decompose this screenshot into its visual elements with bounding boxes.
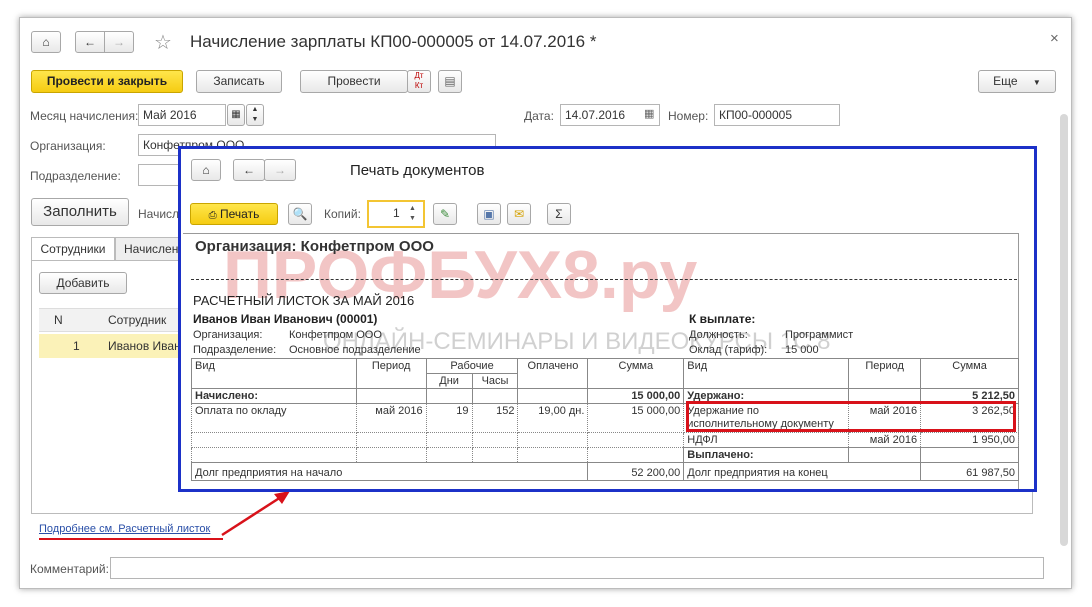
accrued-label: Начислено: bbox=[191, 388, 357, 404]
row1-kind: Оплата по окладу bbox=[191, 403, 357, 433]
row1-sum: 15 000,00 bbox=[587, 403, 685, 433]
payslip-org-value: Конфетпром ООО bbox=[289, 329, 382, 341]
row1-days: 19 bbox=[425, 403, 473, 433]
sum-button[interactable]: Σ bbox=[547, 203, 571, 225]
deduction2-kind: НДФЛ bbox=[683, 432, 850, 448]
accrued-total: 15 000,00 bbox=[587, 388, 685, 404]
payslip-employee: Иванов Иван Иванович (00001) bbox=[193, 312, 378, 326]
debt-end-label: Долг предприятия на конец bbox=[683, 462, 922, 481]
row1-hours: 152 bbox=[471, 403, 519, 433]
copies-field[interactable]: 1 ▲ ▼ bbox=[367, 200, 425, 228]
to-pay-label: К выплате: bbox=[689, 312, 756, 326]
header-period: Период bbox=[355, 358, 427, 389]
magnifier-icon: 🔍 bbox=[292, 207, 308, 221]
print-forward-button[interactable]: → bbox=[264, 159, 296, 181]
payslip-title: РАСЧЕТНЫЙ ЛИСТОК ЗА МАЙ 2016 bbox=[193, 293, 415, 308]
copies-stepper-icon: ▲ ▼ bbox=[409, 205, 416, 222]
arrow-left-icon: ← bbox=[243, 163, 255, 177]
header-paid: Оплачено bbox=[517, 358, 589, 389]
dashed-separator bbox=[191, 279, 1017, 280]
print-window-title: Печать документов bbox=[350, 162, 485, 179]
print-back-button[interactable]: ← bbox=[233, 159, 265, 181]
copies-label: Копий: bbox=[324, 207, 361, 221]
position-label: Должность: bbox=[689, 329, 748, 341]
header-hours: Часы bbox=[471, 373, 519, 389]
header-kind-2: Вид bbox=[683, 358, 850, 389]
header-sum: Сумма bbox=[587, 358, 685, 389]
edit-button[interactable]: ✎ bbox=[433, 203, 457, 225]
print-documents-window: ⌂ ← → Печать документов ⎙ Печать 🔍 Копий… bbox=[178, 146, 1037, 492]
header-period-2: Период bbox=[848, 358, 922, 389]
debt-end-value: 61 987,50 bbox=[920, 462, 1019, 481]
header-days: Дни bbox=[425, 373, 473, 389]
sigma-icon: Σ bbox=[555, 207, 563, 221]
print-home-button[interactable]: ⌂ bbox=[191, 159, 221, 181]
deduction2-sum: 1 950,00 bbox=[920, 432, 1019, 448]
header-kind: Вид bbox=[191, 358, 357, 389]
payslip-org-header: Организация: Конфетпром ООО bbox=[195, 238, 434, 255]
home-icon: ⌂ bbox=[202, 163, 210, 177]
edit-icon: ✎ bbox=[439, 207, 451, 221]
save-file-button[interactable]: ▣ bbox=[477, 203, 501, 225]
payslip-dept-value: Основное подразделение bbox=[289, 344, 421, 356]
send-email-button[interactable]: ✉ bbox=[507, 203, 531, 225]
payslip-dept-label: Подразделение: bbox=[193, 344, 277, 356]
header-working: Рабочие bbox=[425, 358, 519, 374]
row1-period: май 2016 bbox=[355, 403, 427, 433]
deduction2-period: май 2016 bbox=[848, 432, 922, 448]
payslip-sheet: ПРОФБУХ8.ру ОНЛАЙН-СЕМИНАРЫ И ВИДЕОКУРСЫ… bbox=[183, 233, 1019, 489]
salary-value: 15 000 bbox=[785, 344, 819, 356]
preview-button[interactable]: 🔍 bbox=[288, 203, 312, 225]
header-sum-2: Сумма bbox=[920, 358, 1019, 389]
floppy-icon: ▣ bbox=[483, 207, 495, 221]
print-button-label: Печать bbox=[220, 207, 260, 221]
debt-start-value: 52 200,00 bbox=[587, 462, 685, 481]
payslip-org-label: Организация: bbox=[193, 329, 263, 341]
position-value: Программист bbox=[785, 329, 854, 341]
printer-icon: ⎙ bbox=[208, 210, 217, 221]
row1-paid: 19,00 дн. bbox=[517, 403, 589, 433]
salary-label: Оклад (тариф): bbox=[689, 344, 768, 356]
arrow-right-icon: → bbox=[274, 163, 286, 177]
paid-out-label: Выплачено: bbox=[683, 447, 850, 463]
copies-value: 1 bbox=[393, 206, 400, 220]
debt-start-label: Долг предприятия на начало bbox=[190, 462, 589, 481]
print-button[interactable]: ⎙ Печать bbox=[190, 203, 278, 225]
envelope-icon: ✉ bbox=[513, 207, 525, 221]
deduction-highlight-box bbox=[686, 401, 1016, 432]
